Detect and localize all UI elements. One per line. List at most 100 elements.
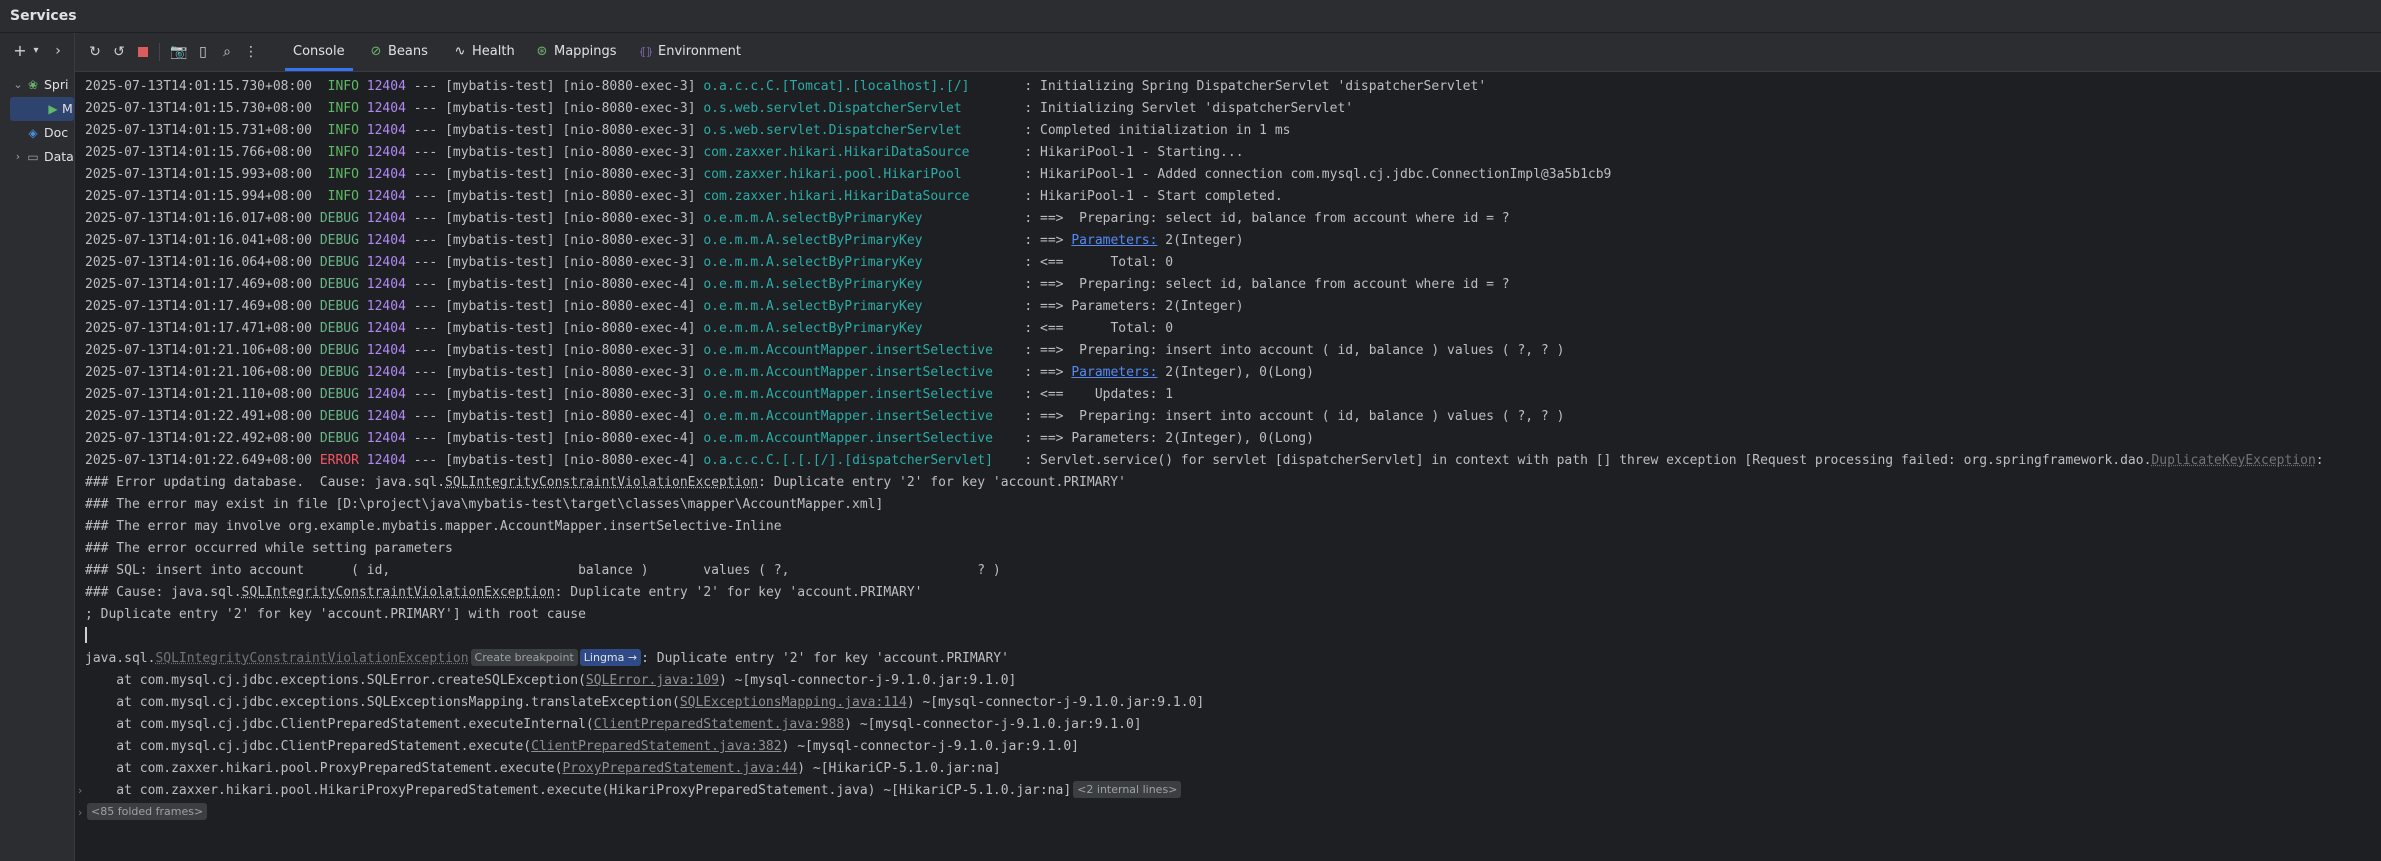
exception-link[interactable]: DuplicateKeyException [2151,453,2315,468]
log-timestamp: 2025-07-13T14:01:16.041+08:00 [85,233,312,248]
log-timestamp: 2025-07-13T14:01:17.469+08:00 [85,277,312,292]
log-level: DEBUG [319,233,359,248]
log-pid: 12404 [366,409,406,424]
toolbar-separator [159,43,160,61]
console-line: at com.mysql.cj.jdbc.exceptions.SQLError… [85,670,1016,692]
log-app: [mybatis-test] [445,145,555,160]
chevron-down-icon[interactable]: ⌄ [12,73,24,97]
internal-lines[interactable]: <2 internal lines> [1073,781,1182,798]
camera-icon[interactable]: 📷 [169,42,189,62]
fold-arrow-icon[interactable]: › [75,780,85,802]
log-logger[interactable]: o.s.web.servlet.DispatcherServlet [703,98,1016,120]
log-app: [mybatis-test] [445,321,555,336]
tab-health[interactable]: ∿ Health [444,33,523,71]
tab-beans[interactable]: ⊘ Beans [360,33,436,71]
log-thread: [nio-8080-exec-4] [562,299,696,314]
log-thread: [nio-8080-exec-3] [562,211,696,226]
log-app: [mybatis-test] [445,343,555,358]
log-app: [mybatis-test] [445,409,555,424]
add-dropdown-icon[interactable]: ▾ [26,41,46,61]
console-text: ) ~[mysql-connector-j-9.1.0.jar:9.1.0] [781,739,1079,754]
console-text: ### The error may exist in file [D:\proj… [85,497,884,512]
exception-class: SQLIntegrityConstraintViolationException [241,585,555,600]
log-timestamp: 2025-07-13T14:01:21.110+08:00 [85,387,312,402]
search-console-icon[interactable]: ⌕ [217,42,237,62]
log-pid: 12404 [366,299,406,314]
console-text: ) ~[HikariCP-5.1.0.jar:na] [797,761,1001,776]
parameters-link[interactable]: Parameters: [1071,233,1157,248]
log-logger[interactable]: o.e.m.m.A.selectByPrimaryKey [703,274,1016,296]
log-pid: 12404 [366,211,406,226]
source-file-link[interactable]: ProxyPreparedStatement.java:44 [562,761,797,776]
log-logger[interactable]: o.e.m.m.A.selectByPrimaryKey [703,208,1016,230]
source-file-link[interactable]: SQLError.java:109 [586,673,719,688]
parameters-link[interactable]: Parameters: [1071,365,1157,380]
log-message: : Initializing Servlet 'dispatcherServle… [1024,101,1354,116]
tab-label: Mappings [554,44,617,59]
log-level: DEBUG [319,343,359,358]
log-logger[interactable]: com.zaxxer.hikari.HikariDataSource [703,142,1016,164]
log-message: : <== Updates: 1 [1024,387,1174,402]
log-app: [mybatis-test] [445,453,555,468]
create-breakpoint-button[interactable]: Create breakpoint [470,649,578,666]
tab-console[interactable]: Console [285,33,353,71]
tab-environment[interactable]: ⦃⦄ Environment [630,33,749,71]
source-file-link[interactable]: SQLExceptionsMapping.java:114 [680,695,907,710]
log-line: 2025-07-13T14:01:17.469+08:00 DEBUG 1240… [85,296,1244,318]
log-logger[interactable]: o.e.m.m.A.selectByPrimaryKey [703,230,1016,252]
source-file-link[interactable]: ClientPreparedStatement.java:988 [594,717,844,732]
log-thread: [nio-8080-exec-4] [562,321,696,336]
source-file-link[interactable]: ClientPreparedStatement.java:382 [531,739,781,754]
tree-item[interactable]: › ▭ Data [0,145,74,169]
stop-icon[interactable] [133,42,153,62]
tree-item[interactable]: ⌄ ❀ Spri [0,73,74,97]
exception-class: SQLIntegrityConstraintViolationException [445,475,759,490]
console-output[interactable]: 2025-07-13T14:01:15.730+08:00 INFO 12404… [75,72,2381,861]
rerun-failed-icon[interactable]: ↺ [109,42,129,62]
tab-mappings[interactable]: ⊛ Mappings [526,33,625,71]
log-timestamp: 2025-07-13T14:01:16.017+08:00 [85,211,312,226]
title-bar: Services [0,0,2381,33]
dump-threads-icon[interactable]: ▯ [193,42,213,62]
log-message: : ==> Parameters: 2(Integer), 0(Long) [1024,431,1314,446]
log-logger[interactable]: o.e.m.m.AccountMapper.insertSelective [703,428,1016,450]
exception-class-link[interactable]: SQLIntegrityConstraintViolationException [155,651,468,666]
log-thread: [nio-8080-exec-4] [562,277,696,292]
log-logger[interactable]: o.a.c.c.C.[.[.[/].[dispatcherServlet] [703,450,1016,472]
log-line: 2025-07-13T14:01:15.766+08:00 INFO 12404… [85,142,1244,164]
health-icon: ∿ [454,44,466,59]
log-timestamp: 2025-07-13T14:01:16.064+08:00 [85,255,312,270]
log-logger[interactable]: o.e.m.m.A.selectByPrimaryKey [703,252,1016,274]
log-app: [mybatis-test] [445,101,555,116]
more-options-icon[interactable]: ⋮ [241,42,261,62]
log-logger[interactable]: o.e.m.m.AccountMapper.insertSelective [703,384,1016,406]
tree-item[interactable]: ◈ Doc [0,121,74,145]
console-text: : Duplicate entry '2' for key 'account.P… [758,475,1126,490]
log-pid: 12404 [366,167,406,182]
log-logger[interactable]: o.e.m.m.AccountMapper.insertSelective [703,362,1016,384]
log-logger[interactable]: o.e.m.m.AccountMapper.insertSelective [703,406,1016,428]
log-logger[interactable]: o.a.c.c.C.[Tomcat].[localhost].[/] [703,76,1016,98]
log-logger[interactable]: com.zaxxer.hikari.HikariDataSource [703,186,1016,208]
log-message: : ==> Parameters: 2(Integer) [1024,299,1244,314]
lingma-button[interactable]: Lingma → [579,649,642,666]
log-message-tail: 2(Integer) [1157,233,1244,248]
log-logger[interactable]: o.e.m.m.A.selectByPrimaryKey [703,318,1016,340]
window-title: Services [10,8,77,24]
log-message: : ==> Preparing: insert into account ( i… [1024,343,1565,358]
expand-icon[interactable]: › [48,41,68,61]
log-thread: [nio-8080-exec-3] [562,123,696,138]
folded-frames[interactable]: <85 folded frames> [87,803,208,820]
log-timestamp: 2025-07-13T14:01:22.492+08:00 [85,431,312,446]
log-logger[interactable]: com.zaxxer.hikari.pool.HikariPool [703,164,1016,186]
log-message: : ==> Preparing: select id, balance from… [1024,211,1510,226]
log-logger[interactable]: o.s.web.servlet.DispatcherServlet [703,120,1016,142]
log-thread: [nio-8080-exec-3] [562,101,696,116]
log-logger[interactable]: o.e.m.m.A.selectByPrimaryKey [703,296,1016,318]
chevron-right-icon[interactable]: › [12,145,24,169]
log-logger[interactable]: o.e.m.m.AccountMapper.insertSelective [703,340,1016,362]
tree-item[interactable]: ▶ M [10,97,74,121]
fold-arrow-icon[interactable]: › [75,802,85,824]
log-pid: 12404 [366,79,406,94]
rerun-icon[interactable]: ↻ [85,42,105,62]
